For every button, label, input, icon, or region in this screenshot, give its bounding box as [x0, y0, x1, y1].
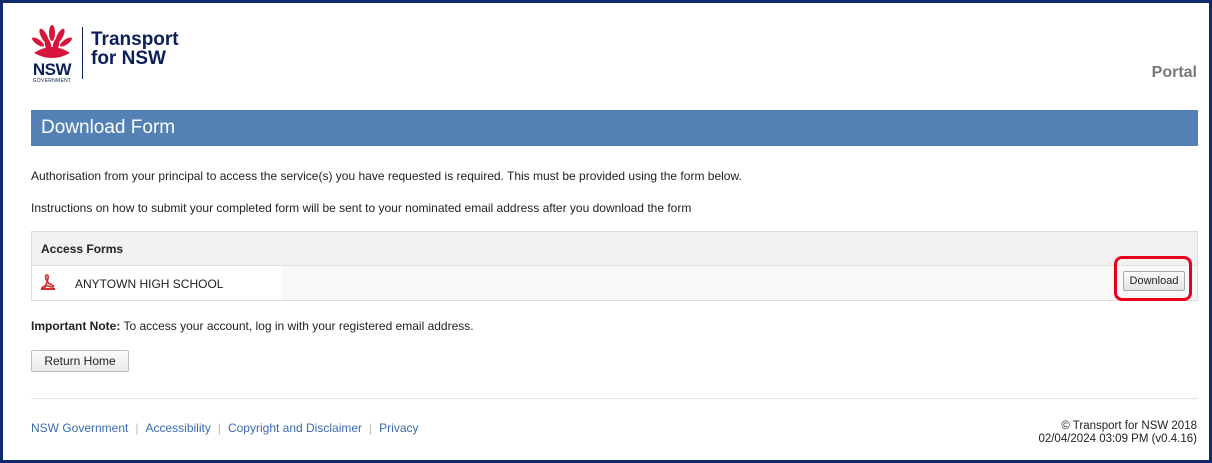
nsw-wordmark: NSW: [32, 60, 72, 79]
logo-line-transport: Transport: [91, 29, 179, 50]
access-forms-heading: Access Forms: [32, 232, 1197, 266]
instructions-text: Instructions on how to submit your compl…: [31, 201, 692, 215]
form-row-cell: ANYTOWN HIGH SCHOOL: [32, 266, 282, 300]
important-note: Important Note: To access your account, …: [31, 319, 474, 333]
return-home-button[interactable]: Return Home: [31, 350, 129, 372]
transport-nsw-logo[interactable]: NSW GOVERNMENT Transport for NSW: [31, 25, 179, 84]
important-note-text: To access your account, log in with your…: [120, 319, 474, 333]
footer-links: NSW Government | Accessibility | Copyright a…: [31, 421, 419, 435]
access-forms-panel: Access Forms ANYTOWN HIGH SCHOOL: [31, 231, 1198, 301]
footer-separator: |: [135, 421, 139, 435]
header: NSW GOVERNMENT Transport for NSW Portal: [3, 3, 1209, 107]
authorisation-text: Authorisation from your principal to acc…: [31, 169, 742, 183]
nsw-government-mark: NSW GOVERNMENT: [31, 25, 73, 84]
pdf-icon: [41, 274, 55, 290]
logo-divider: [82, 27, 83, 79]
footer-link-nsw-government[interactable]: NSW Government: [31, 421, 128, 435]
portal-label: Portal: [1151, 64, 1197, 81]
footer-separator: |: [369, 421, 373, 435]
logo-line-for-nsw: for NSW: [91, 48, 166, 69]
footer-link-privacy[interactable]: Privacy: [379, 421, 418, 435]
page-title: Download Form: [31, 110, 1198, 146]
footer-meta: © Transport for NSW 2018 02/04/2024 03:0…: [1038, 420, 1197, 446]
timestamp-text: 02/04/2024 03:09 PM (v0.4.16): [1038, 433, 1197, 445]
important-note-label: Important Note:: [31, 319, 121, 333]
footer-link-accessibility[interactable]: Accessibility: [145, 421, 210, 435]
waratah-icon: [32, 25, 72, 58]
form-name-label: ANYTOWN HIGH SCHOOL: [75, 277, 224, 291]
download-button[interactable]: Download: [1123, 271, 1185, 291]
copyright-text: © Transport for NSW 2018: [1061, 420, 1197, 432]
footer-separator: |: [217, 421, 221, 435]
government-wordmark: GOVERNMENT: [32, 78, 72, 84]
form-row: ANYTOWN HIGH SCHOOL: [32, 266, 1197, 300]
footer-link-copyright[interactable]: Copyright and Disclaimer: [228, 421, 362, 435]
logo-text: Transport for NSW: [91, 25, 179, 68]
footer-divider: [31, 398, 1198, 399]
